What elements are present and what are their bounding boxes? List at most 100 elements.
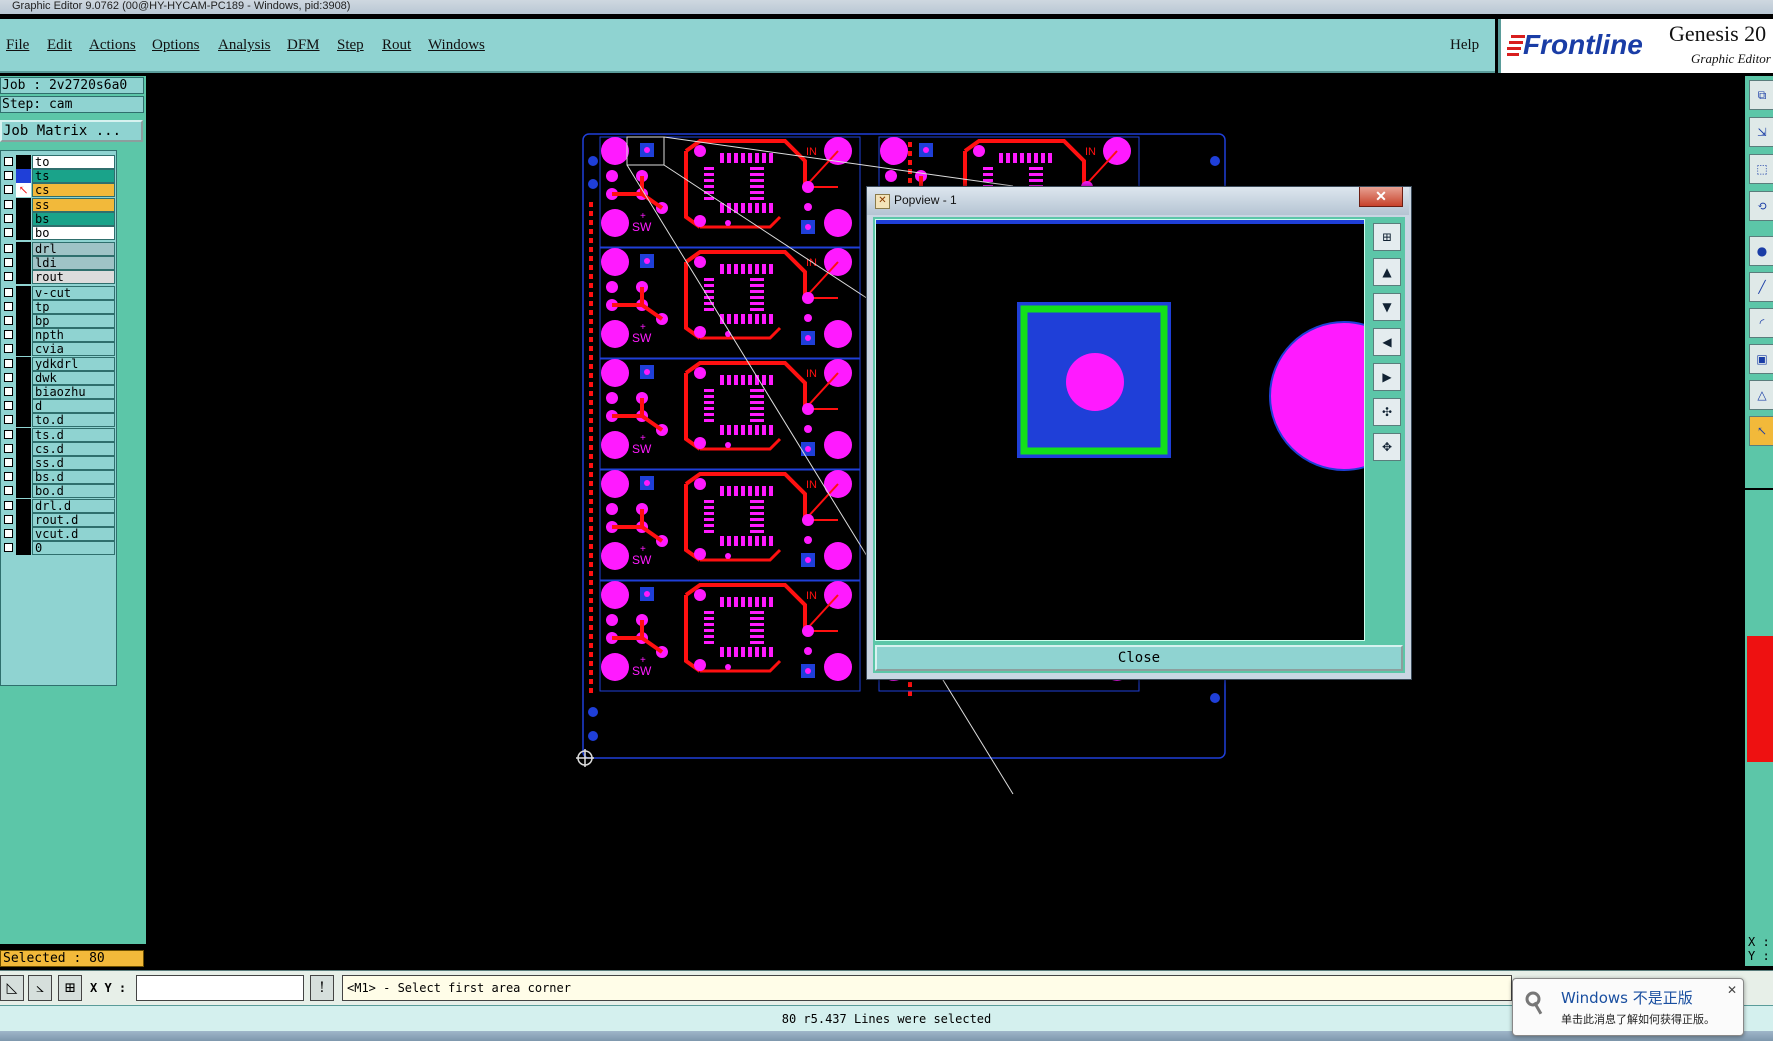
- layer-row-dwk[interactable]: dwk: [1, 370, 116, 385]
- resize-tool-icon[interactable]: ⬚: [1749, 154, 1773, 184]
- layer-row-cvia[interactable]: cvia: [1, 342, 116, 357]
- menu-analysis[interactable]: Analysis: [218, 37, 271, 54]
- layer-checkbox[interactable]: [4, 472, 13, 482]
- layer-checkbox[interactable]: [4, 458, 13, 468]
- move-tool-icon[interactable]: ⇲: [1749, 117, 1773, 147]
- layer-row-drl[interactable]: drl: [1, 241, 116, 256]
- surface-tool-icon[interactable]: ▣: [1749, 344, 1773, 374]
- popview-zoom-in-icon[interactable]: ✣: [1373, 398, 1401, 426]
- layer-checkbox[interactable]: [4, 387, 13, 397]
- notice-close-icon[interactable]: ✕: [1727, 983, 1737, 997]
- layer-checkbox[interactable]: [4, 401, 13, 411]
- layer-checkbox[interactable]: [4, 301, 13, 311]
- layer-row-rout.d[interactable]: rout.d: [1, 512, 116, 527]
- layer-row-cs[interactable]: ↖ cs: [1, 183, 116, 198]
- popview-pan-up-icon[interactable]: ▲: [1373, 258, 1401, 286]
- input-mode-icon[interactable]: !: [310, 975, 334, 1001]
- popview-zoom-out-icon[interactable]: ✥: [1373, 433, 1401, 461]
- ic-pad: [755, 203, 759, 213]
- ic-pad: [769, 536, 773, 546]
- layer-checkbox[interactable]: [4, 415, 13, 425]
- layer-checkbox[interactable]: [4, 257, 13, 267]
- transform-tool-icon[interactable]: ⟲: [1749, 191, 1773, 221]
- copy-tool-icon[interactable]: ⧉: [1749, 80, 1773, 110]
- layer-row-bo.d[interactable]: bo.d: [1, 484, 116, 499]
- layer-row-bo[interactable]: bo: [1, 226, 116, 240]
- polygon-tool-icon[interactable]: △: [1749, 380, 1773, 410]
- layer-checkbox[interactable]: [4, 272, 13, 282]
- layer-checkbox[interactable]: [4, 330, 13, 340]
- layer-checkbox[interactable]: [4, 358, 13, 368]
- layer-row-cs.d[interactable]: cs.d: [1, 441, 116, 456]
- menu-windows[interactable]: Windows: [428, 37, 485, 54]
- layer-checkbox[interactable]: [4, 316, 13, 326]
- layer-checkbox[interactable]: [4, 372, 13, 382]
- layer-checkbox[interactable]: [4, 185, 13, 195]
- popview-canvas[interactable]: [875, 219, 1365, 641]
- rail-dash: [589, 535, 593, 540]
- popview-pan-down-icon[interactable]: ▼: [1373, 293, 1401, 321]
- measure-tool-icon[interactable]: ⦣: [28, 975, 52, 1001]
- layer-checkbox[interactable]: [4, 344, 13, 354]
- layer-checkbox[interactable]: [4, 514, 13, 524]
- popview-pan-right-icon[interactable]: ▶: [1373, 363, 1401, 391]
- arc-tool-icon[interactable]: ◜: [1749, 308, 1773, 338]
- job-matrix-button[interactable]: Job Matrix ...: [0, 120, 143, 142]
- layer-row-rout[interactable]: rout: [1, 270, 116, 285]
- layer-row-bs[interactable]: bs: [1, 211, 116, 226]
- layer-row-npth[interactable]: npth: [1, 328, 116, 343]
- layer-checkbox[interactable]: [4, 243, 13, 253]
- layer-row-ts.d[interactable]: ts.d: [1, 427, 116, 442]
- layer-row-biaozhu[interactable]: biaozhu: [1, 385, 116, 400]
- menu-rout[interactable]: Rout: [382, 37, 411, 54]
- layer-checkbox[interactable]: [4, 228, 13, 237]
- layer-checkbox[interactable]: [4, 199, 13, 209]
- layer-checkbox[interactable]: [4, 543, 13, 553]
- xy-input[interactable]: [136, 975, 304, 1001]
- snap-tool-icon[interactable]: ◺: [0, 975, 24, 1001]
- layer-row-bp[interactable]: bp: [1, 314, 116, 329]
- layer-row-0[interactable]: 0: [1, 541, 116, 556]
- layer-row-tp[interactable]: tp: [1, 299, 116, 314]
- layer-row-to[interactable]: to: [1, 155, 116, 169]
- layer-row-ydkdrl[interactable]: ydkdrl: [1, 356, 116, 371]
- layer-row-ss[interactable]: ss: [1, 197, 116, 212]
- popview-zoom-home-icon[interactable]: ⊞: [1373, 223, 1401, 251]
- layer-checkbox[interactable]: [4, 486, 13, 496]
- layer-row-ss.d[interactable]: ss.d: [1, 456, 116, 471]
- grid-tool-icon[interactable]: ⊞: [58, 975, 82, 1001]
- popview-close-button[interactable]: Close: [875, 645, 1403, 671]
- layer-checkbox[interactable]: [4, 529, 13, 539]
- layer-row-ts[interactable]: ts: [1, 169, 116, 184]
- menu-options[interactable]: Options: [152, 37, 200, 54]
- layer-checkbox[interactable]: [4, 213, 13, 223]
- layer-checkbox[interactable]: [4, 429, 13, 439]
- layer-row-vcut.d[interactable]: vcut.d: [1, 527, 116, 542]
- layer-row-drl.d[interactable]: drl.d: [1, 498, 116, 513]
- popview-pan-left-icon[interactable]: ◀: [1373, 328, 1401, 356]
- layer-row-to.d[interactable]: to.d: [1, 413, 116, 428]
- line-tool-icon[interactable]: ╱: [1749, 272, 1773, 302]
- menu-actions[interactable]: Actions: [89, 37, 136, 54]
- layer-checkbox[interactable]: [4, 171, 13, 181]
- menu-help[interactable]: Help: [1450, 37, 1479, 54]
- select-tool-icon[interactable]: ↖: [1749, 416, 1773, 446]
- pad-tool-icon[interactable]: ●: [1749, 236, 1773, 266]
- menu-dfm[interactable]: DFM: [287, 37, 320, 54]
- popview-titlebar[interactable]: ✕ Popview - 1 ✕: [867, 187, 1409, 215]
- ic-pad: [750, 635, 764, 638]
- layer-row-d[interactable]: d: [1, 399, 116, 414]
- layer-row-ldi[interactable]: ldi: [1, 255, 116, 270]
- layer-row-bs.d[interactable]: bs.d: [1, 470, 116, 485]
- layer-row-v-cut[interactable]: v-cut: [1, 285, 116, 300]
- popview-close-icon[interactable]: ✕: [1359, 187, 1403, 207]
- layer-checkbox[interactable]: [4, 443, 13, 453]
- menu-file[interactable]: File: [6, 37, 29, 54]
- menu-step[interactable]: Step: [337, 37, 364, 54]
- ic-pad: [734, 375, 738, 385]
- windows-activation-notice[interactable]: Windows 不是正版 单击此消息了解如何获得正版。 ✕: [1512, 978, 1744, 1036]
- layer-checkbox[interactable]: [4, 287, 13, 297]
- layer-checkbox[interactable]: [4, 500, 13, 510]
- layer-checkbox[interactable]: [4, 157, 13, 166]
- menu-edit[interactable]: Edit: [47, 37, 72, 54]
